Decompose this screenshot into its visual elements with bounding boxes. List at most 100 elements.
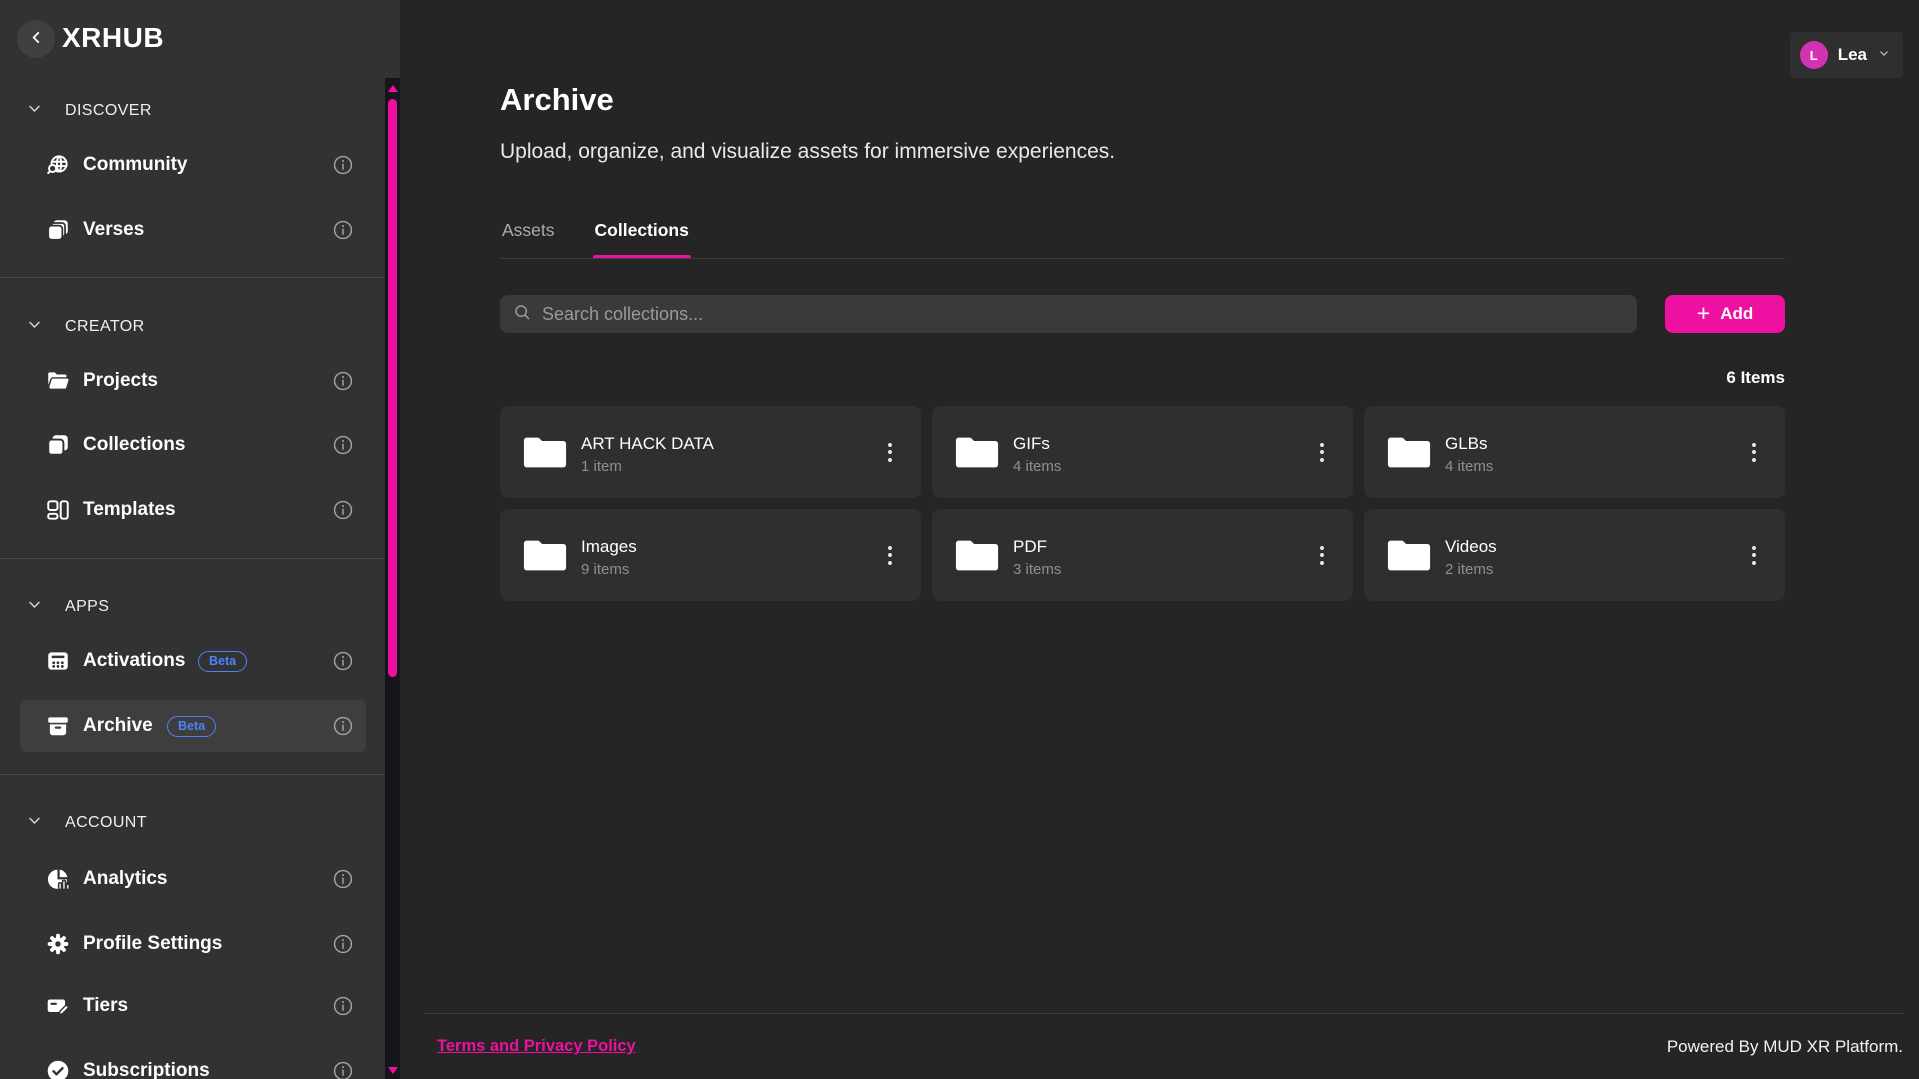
info-icon[interactable] [332, 715, 354, 737]
analytics-pie-icon [45, 866, 71, 892]
collection-count: 2 items [1445, 561, 1493, 578]
info-icon[interactable] [332, 868, 354, 890]
sidebar-item-collections[interactable]: Collections [20, 419, 366, 471]
sidebar-item-verses[interactable]: Verses [20, 204, 366, 256]
page-title: Archive [500, 82, 614, 118]
sidebar-item-label: Tiers [83, 995, 128, 1017]
tab-divider [500, 258, 1785, 259]
sidebar-item-label: Subscriptions [83, 1060, 210, 1079]
sidebar-item-label: Community [83, 154, 188, 176]
collection-count: 3 items [1013, 561, 1061, 578]
collection-card[interactable]: ART HACK DATA 1 item [500, 406, 921, 498]
collection-name: ART HACK DATA [581, 434, 714, 454]
main-content: L Lea Archive Upload, organize, and visu… [400, 0, 1919, 1079]
terms-privacy-link[interactable]: Terms and Privacy Policy [437, 1037, 636, 1056]
info-icon[interactable] [332, 370, 354, 392]
collection-name: GIFs [1013, 434, 1050, 454]
collections-grid: ART HACK DATA 1 item GIFs 4 items GLBs 4… [500, 406, 1785, 601]
tab-assets[interactable]: Assets [500, 220, 557, 257]
sidebar: XRHUB DISCOVER Community Verses CREATOR … [0, 0, 400, 1079]
collection-card[interactable]: GIFs 4 items [932, 406, 1353, 498]
info-icon[interactable] [332, 154, 354, 176]
sidebar-item-label: Activations [83, 650, 185, 672]
user-menu[interactable]: L Lea [1790, 32, 1903, 78]
chevron-down-icon [26, 596, 43, 618]
sidebar-item-label: Verses [83, 219, 144, 241]
sidebar-divider [0, 774, 384, 775]
scrollbar-down-arrow-icon[interactable] [388, 1067, 398, 1074]
section-label: APPS [65, 598, 109, 616]
kebab-menu-icon[interactable] [1309, 435, 1335, 469]
sidebar-section-discover[interactable]: DISCOVER [26, 97, 152, 125]
chevron-down-icon [1877, 46, 1891, 65]
collection-count: 1 item [581, 458, 622, 475]
collection-card[interactable]: Images 9 items [500, 509, 921, 601]
gear-icon [45, 931, 71, 957]
search-input[interactable] [542, 304, 1625, 325]
info-icon[interactable] [332, 650, 354, 672]
add-button[interactable]: + Add [1665, 295, 1785, 333]
folder-icon [954, 432, 1000, 472]
sidebar-item-analytics[interactable]: Analytics [20, 853, 366, 905]
sidebar-scrollbar[interactable] [385, 78, 400, 1079]
sidebar-collapse-button[interactable] [17, 20, 55, 58]
sidebar-item-label: Archive [83, 715, 153, 737]
sidebar-section-creator[interactable]: CREATOR [26, 313, 145, 341]
folder-icon [1386, 432, 1432, 472]
scrollbar-thumb[interactable] [388, 99, 397, 677]
collection-card[interactable]: GLBs 4 items [1364, 406, 1785, 498]
info-icon[interactable] [332, 434, 354, 456]
info-icon[interactable] [332, 1060, 354, 1079]
collection-name: Videos [1445, 537, 1497, 557]
sidebar-item-profile-settings[interactable]: Profile Settings [20, 918, 366, 970]
sidebar-item-subscriptions[interactable]: Subscriptions [20, 1045, 366, 1079]
collection-name: Images [581, 537, 637, 557]
kebab-menu-icon[interactable] [1741, 435, 1767, 469]
sidebar-divider [0, 277, 384, 278]
chevron-left-icon [28, 29, 45, 49]
collection-count: 9 items [581, 561, 629, 578]
tiers-card-icon [45, 993, 71, 1019]
info-icon[interactable] [332, 933, 354, 955]
collection-count: 4 items [1445, 458, 1493, 475]
folder-icon [522, 432, 568, 472]
plus-icon: + [1697, 302, 1710, 325]
sidebar-header: XRHUB [0, 0, 400, 78]
collection-card[interactable]: PDF 3 items [932, 509, 1353, 601]
folder-icon [1386, 535, 1432, 575]
kebab-menu-icon[interactable] [877, 538, 903, 572]
items-count: 6 Items [500, 368, 1785, 388]
kebab-menu-icon[interactable] [1309, 538, 1335, 572]
kebab-menu-icon[interactable] [877, 435, 903, 469]
collection-name: GLBs [1445, 434, 1488, 454]
verses-layers-icon [45, 217, 71, 243]
community-globe-icon [45, 152, 71, 178]
sidebar-section-apps[interactable]: APPS [26, 593, 109, 621]
folder-icon [954, 535, 1000, 575]
subscriptions-check-icon [45, 1058, 71, 1079]
collection-name: PDF [1013, 537, 1047, 557]
sidebar-item-projects[interactable]: Projects [20, 355, 366, 407]
app-logo: XRHUB [62, 22, 164, 54]
powered-by-text: Powered By MUD XR Platform. [1667, 1037, 1903, 1057]
tab-collections[interactable]: Collections [593, 220, 691, 257]
info-icon[interactable] [332, 995, 354, 1017]
section-label: CREATOR [65, 318, 145, 336]
tab-bar: Assets Collections [500, 220, 691, 257]
scrollbar-up-arrow-icon[interactable] [388, 85, 398, 92]
sidebar-item-tiers[interactable]: Tiers [20, 980, 366, 1032]
archive-box-icon [45, 713, 71, 739]
search-box[interactable] [500, 295, 1637, 333]
sidebar-item-archive[interactable]: Archive Beta [20, 700, 366, 752]
sidebar-section-account[interactable]: ACCOUNT [26, 809, 147, 837]
toolbar: + Add [500, 295, 1785, 333]
user-name: Lea [1838, 45, 1867, 65]
avatar: L [1800, 41, 1828, 69]
sidebar-item-activations[interactable]: Activations Beta [20, 635, 366, 687]
info-icon[interactable] [332, 219, 354, 241]
kebab-menu-icon[interactable] [1741, 538, 1767, 572]
info-icon[interactable] [332, 499, 354, 521]
collection-card[interactable]: Videos 2 items [1364, 509, 1785, 601]
sidebar-item-community[interactable]: Community [20, 139, 366, 191]
sidebar-item-templates[interactable]: Templates [20, 484, 366, 536]
